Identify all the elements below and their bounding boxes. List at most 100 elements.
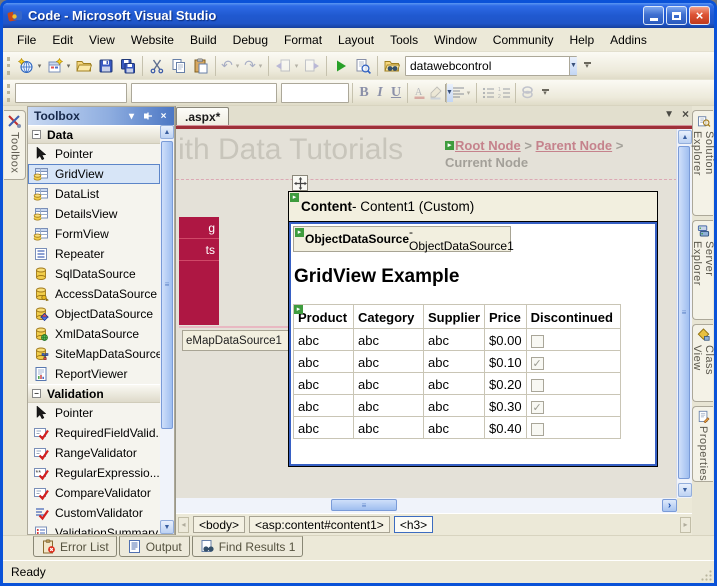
menu-item-file[interactable]: File [9,30,44,50]
scroll-up-button[interactable]: ▲ [678,130,692,144]
tag-body[interactable]: <body> [193,516,245,533]
collapse-icon[interactable]: − [32,389,41,398]
undo-dropdown-icon[interactable]: ▾ [233,62,242,70]
scroll-down-button[interactable]: ▼ [160,520,174,534]
gridview-control[interactable]: ▸ Product Category Supplier Price Discon… [293,304,621,439]
hscroll-track[interactable]: ≡ [176,498,662,513]
smart-tag-glyph[interactable]: ▸ [290,193,299,202]
add-new-item-dropdown-icon[interactable]: ▾ [64,62,73,70]
site-left-navigation[interactable]: g ts [179,217,219,325]
move-handle[interactable] [292,175,308,191]
class-view-tab[interactable]: Class View [692,324,713,402]
navigate-backward-button[interactable] [272,55,294,77]
toolbox-item-pointer[interactable]: Pointer [28,144,160,164]
toolbox-item-regularexpressionvalidator[interactable]: ** RegularExpressio... [28,463,160,483]
open-file-button[interactable] [73,55,95,77]
menu-item-website[interactable]: Website [123,30,182,50]
menu-item-view[interactable]: View [81,30,123,50]
menu-item-help[interactable]: Help [561,30,602,50]
scroll-down-button[interactable]: ▼ [678,483,692,497]
solution-explorer-tab[interactable]: Solution Explorer [692,110,713,216]
toolbox-item-xmldatasource[interactable]: XmlDataSource [28,324,160,344]
hyperlink-button[interactable] [519,82,535,104]
navigate-forward-button[interactable] [301,55,323,77]
find-dropdown-button[interactable]: ▼ [569,57,577,75]
editor-vertical-scrollbar[interactable]: ▲ ≡ ▼ [676,129,692,498]
font-name-input[interactable] [132,86,295,100]
cut-button[interactable] [146,55,168,77]
toolbox-item-requiredfieldvalidator[interactable]: RequiredFieldValid... [28,423,160,443]
toolbox-item-sqldatasource[interactable]: SqlDataSource [28,264,160,284]
bulleted-list-button[interactable] [480,82,496,104]
navigate-backward-dropdown-icon[interactable]: ▾ [292,62,301,70]
design-surface[interactable]: ith Data Tutorials ▸Root Node > Parent N… [176,129,677,498]
toolbox-titlebar[interactable]: Toolbox ▾ × [28,107,174,125]
toolbar-overflow-button[interactable]: ▾ [539,83,551,103]
toolbox-item-repeater[interactable]: Repeater [28,244,160,264]
toolbox-section-validation[interactable]: − Validation [28,384,160,403]
toolbox-scrollbar[interactable]: ▲ ≡ ▼ [160,125,174,534]
paste-button[interactable] [190,55,212,77]
scroll-right-button[interactable]: › [662,499,677,512]
numbered-list-button[interactable]: 1 2 [496,82,512,104]
smart-tag-glyph[interactable]: ▸ [445,141,454,150]
scroll-up-button[interactable]: ▲ [160,125,174,139]
menu-item-community[interactable]: Community [485,30,562,50]
copy-button[interactable] [168,55,190,77]
document-tab[interactable]: .aspx* [176,107,229,125]
toolbox-item-comparevalidator[interactable]: CompareValidator [28,483,160,503]
smart-tag-glyph[interactable]: ▸ [295,228,304,237]
menu-item-addins[interactable]: Addins [602,30,655,50]
new-website-dropdown-icon[interactable]: ▾ [35,62,44,70]
toolbar-grip[interactable] [7,57,11,75]
toolbox-item-reportviewer[interactable]: ReportViewer [28,364,160,384]
close-document-icon[interactable]: × [682,107,689,121]
toolbox-item-gridview[interactable]: GridView [28,164,160,184]
find-in-files-button[interactable] [381,55,403,77]
save-button[interactable] [95,55,117,77]
toolbox-item-formview[interactable]: FormView [28,224,160,244]
menu-item-window[interactable]: Window [426,30,485,50]
new-website-button[interactable] [15,55,37,77]
smart-tag-glyph[interactable]: ▸ [294,305,303,314]
tag-nav-left-icon[interactable]: ◂ [178,517,189,533]
toolbox-item-accessdatasource[interactable]: AccessDataSource [28,284,160,304]
maximize-button[interactable] [666,6,687,25]
toolbox-section-data[interactable]: − Data [28,125,160,144]
output-tab[interactable]: Output [119,536,190,557]
toolbox-item-rangevalidator[interactable]: RangeValidator [28,443,160,463]
scroll-thumb[interactable]: ≡ [678,146,690,479]
scroll-thumb[interactable]: ≡ [161,141,173,429]
toolbar-grip[interactable] [7,84,11,102]
toolbox-pin-button[interactable] [140,109,155,123]
objectdatasource-control[interactable]: ▸ ObjectDataSource - ObjectDataSource1 [293,226,511,252]
foreground-color-button[interactable]: A [411,82,427,104]
preview-in-browser-button[interactable] [352,55,374,77]
toolbox-item-objectdatasource[interactable]: ObjectDataSource [28,304,160,324]
find-results-tab[interactable]: Find Results 1 [192,536,304,557]
server-explorer-tab[interactable]: Server Explorer [692,220,713,320]
find-input[interactable] [406,59,569,73]
highlight-color-button[interactable] [427,82,443,104]
toolbox-item-sitemapdatasource[interactable]: SiteMapDataSource [28,344,160,364]
toolbox-item-pointer-validation[interactable]: Pointer [28,403,160,423]
menu-item-debug[interactable]: Debug [225,30,276,50]
menu-item-edit[interactable]: Edit [44,30,81,50]
properties-tab[interactable]: Properties [692,406,713,482]
bold-button[interactable]: B [356,82,372,104]
content-control-header[interactable]: ▸ Content - Content1 (Custom) [289,192,657,222]
toolbar-overflow-button[interactable]: ▾ [581,56,593,76]
toolbox-close-button[interactable]: × [156,109,171,123]
toolbox-item-customvalidator[interactable]: CustomValidator [28,503,160,523]
content-placeholder-control[interactable]: ▸ Content - Content1 (Custom) ▸ ObjectDa… [288,191,658,467]
collapse-icon[interactable]: − [32,130,41,139]
tag-h3[interactable]: <h3> [394,516,433,533]
tag-asp-content[interactable]: <asp:content#content1> [249,516,390,533]
resize-grip[interactable] [700,569,713,582]
close-button[interactable]: × [689,6,710,25]
error-list-tab[interactable]: Error List [33,536,117,557]
italic-button[interactable]: I [372,82,388,104]
minimize-button[interactable] [643,6,664,25]
underline-button[interactable]: U [388,82,404,104]
toolbox-autohide-tab[interactable]: Toolbox [4,110,26,180]
